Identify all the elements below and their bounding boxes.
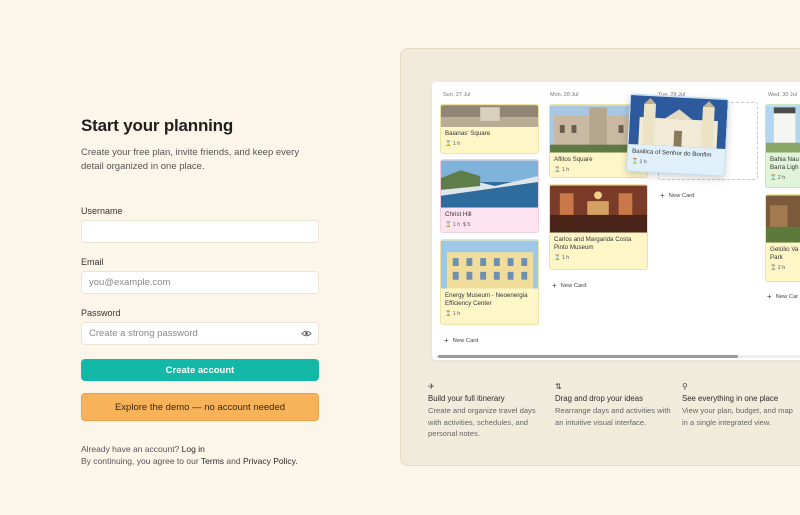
create-account-button[interactable]: Create account <box>81 359 319 381</box>
feature-description: Create and organize travel days with act… <box>428 406 536 438</box>
card-photo <box>766 195 800 243</box>
have-account-text: Already have an account? <box>81 444 180 454</box>
card-christ-hill[interactable]: Christ Hill ⌛ 1 h $ 5 <box>440 159 539 233</box>
and-text: and <box>226 456 241 466</box>
page-subtitle: Create your free plan, invite friends, a… <box>81 147 300 172</box>
card-meta: ⌛ 1 h <box>554 255 570 261</box>
new-card-label: New Car <box>775 294 799 300</box>
password-label: Password <box>81 308 121 318</box>
card-photo <box>550 185 647 233</box>
card-baianas-square[interactable]: Baianas' Square ⌛ 1 h <box>440 104 539 154</box>
terms-notice: By continuing, you agree to our Terms an… <box>81 455 319 467</box>
eye-icon[interactable] <box>301 328 312 339</box>
day-label-wed: Wed, 30 Jul <box>768 92 797 98</box>
card-photo <box>766 105 800 153</box>
card-title: Getúlio Va Park <box>770 246 799 261</box>
card-title: Energy Museum - Neoenergia Efficiency Ce… <box>445 292 528 307</box>
card-meta: ⌛ 1 h $ 5 <box>445 222 471 228</box>
new-card-button-col2[interactable]: + New Card <box>552 281 586 290</box>
card-cost: 5 <box>467 222 471 228</box>
page-title: Start your planning <box>81 116 234 135</box>
new-card-label: New Card <box>452 338 479 344</box>
agree-text: By continuing, you agree to our <box>81 456 199 466</box>
password-input[interactable] <box>81 322 319 345</box>
feature-overview: ⚲ See everything in one place View your … <box>682 382 800 428</box>
map-pin-icon: ⚲ <box>682 382 688 391</box>
card-time: 1 h <box>452 141 461 147</box>
feature-title: Drag and drop your ideas <box>555 394 643 403</box>
card-meta: ⌛ 2 h <box>770 175 786 181</box>
card-carlos-margarida-museum[interactable]: Carlos and Margarida Costa Pinto Museum … <box>549 184 648 270</box>
card-time: 1 h <box>561 167 570 173</box>
card-meta: ⌛ 1 h <box>445 141 461 147</box>
username-label: Username <box>81 206 123 216</box>
itinerary-board-preview: Sun, 27 Jul Mon, 28 Jul Tue, 29 Jul Wed,… <box>432 82 800 360</box>
feature-itinerary: ✈ Build your full itinerary Create and o… <box>428 382 546 440</box>
feature-description: Rearrange days and activities with an in… <box>555 406 671 427</box>
day-label-sun: Sun, 27 Jul <box>443 92 471 98</box>
card-title: Bahia Nau Barra Ligh <box>770 156 799 171</box>
card-photo <box>628 95 728 150</box>
new-card-button-col1[interactable]: + New Card <box>444 336 478 345</box>
preview-panel: Sun, 27 Jul Mon, 28 Jul Tue, 29 Jul Wed,… <box>400 48 800 466</box>
new-card-label: New Card <box>668 193 695 199</box>
new-card-label: New Card <box>560 283 587 289</box>
card-time: 1 h <box>561 255 570 261</box>
card-title: Christ Hill <box>445 211 472 218</box>
login-link[interactable]: Log in <box>182 444 205 454</box>
terms-link[interactable]: Terms <box>201 456 224 466</box>
card-basilica-bonfim-dragging[interactable]: Basilica of Senhor do Bonfim ⌛ 2 h <box>626 93 729 177</box>
card-getulio-vargas-park[interactable]: Getúlio Va Park ⌛ 2 h <box>765 194 800 282</box>
card-time: 1 h <box>452 311 461 317</box>
card-title: Carlos and Margarida Costa Pinto Museum <box>554 236 632 251</box>
day-label-mon: Mon, 28 Jul <box>550 92 579 98</box>
card-meta: ⌛ 2 h <box>770 265 786 271</box>
login-prompt: Already have an account? Log in <box>81 443 319 455</box>
card-energy-museum[interactable]: Energy Museum - Neoenergia Efficiency Ce… <box>440 239 539 325</box>
horizontal-scrollbar-thumb[interactable] <box>438 355 738 358</box>
card-photo <box>441 240 538 289</box>
signup-form: Start your planning Create your free pla… <box>81 116 319 467</box>
username-input[interactable] <box>81 220 319 243</box>
password-field <box>81 322 319 345</box>
email-input[interactable] <box>81 271 319 294</box>
new-card-button-col3[interactable]: + New Card <box>660 191 694 200</box>
card-bahia-nautical[interactable]: Bahia Nau Barra Ligh ⌛ 2 h <box>765 104 800 188</box>
card-time: 2 h <box>777 175 786 181</box>
feature-drag-drop: ⇅ Drag and drop your ideas Rearrange day… <box>555 382 673 428</box>
card-title: Baianas' Square <box>445 130 491 137</box>
feature-title: Build your full itinerary <box>428 394 505 403</box>
card-photo <box>441 105 538 127</box>
plane-icon: ✈ <box>428 382 435 391</box>
new-card-button-col4[interactable]: + New Car <box>767 292 798 301</box>
explore-demo-button[interactable]: Explore the demo — no account needed <box>81 393 319 421</box>
card-time: 1 h <box>452 222 461 228</box>
drag-icon: ⇅ <box>555 382 562 391</box>
card-time: 2 h <box>639 159 647 166</box>
card-meta: ⌛ 1 h <box>445 311 461 317</box>
card-photo <box>441 160 538 208</box>
privacy-policy-link[interactable]: Privacy Policy. <box>243 456 298 466</box>
feature-description: View your plan, budget, and map in a sin… <box>682 406 793 427</box>
card-time: 2 h <box>777 265 786 271</box>
feature-title: See everything in one place <box>682 394 779 403</box>
email-label: Email <box>81 257 104 267</box>
